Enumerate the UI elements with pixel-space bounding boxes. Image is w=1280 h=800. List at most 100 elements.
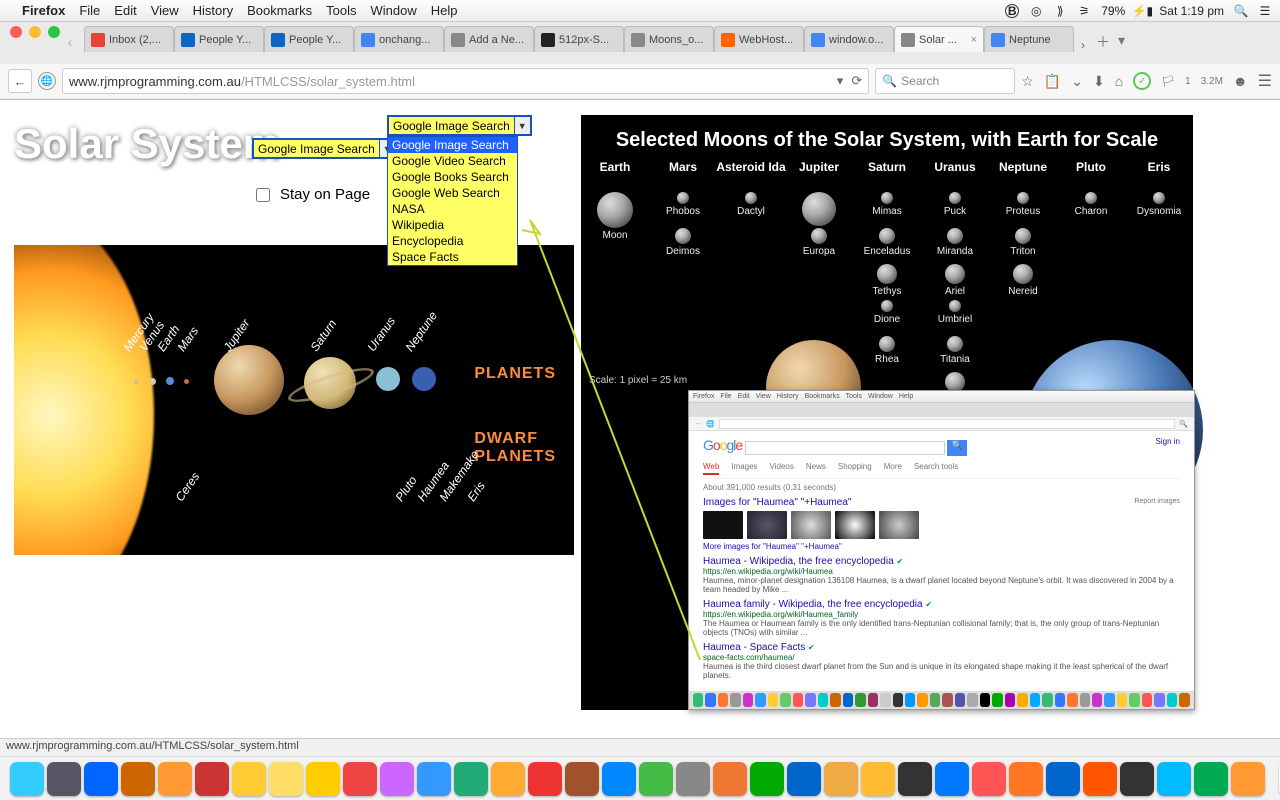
browser-tab[interactable]: Inbox (2,... <box>84 26 174 52</box>
menu-tools[interactable]: Tools <box>326 3 356 18</box>
browser-tab[interactable]: WebHost... <box>714 26 804 52</box>
site-identity-icon[interactable]: 🌐 <box>38 72 56 90</box>
dock-app[interactable] <box>306 762 340 796</box>
clipboard-icon[interactable]: 📋 <box>1044 73 1061 90</box>
search-box[interactable]: 🔍 Search <box>875 68 1015 94</box>
menu-hamburger-icon[interactable]: ☰ <box>1258 71 1272 91</box>
dock-app[interactable] <box>602 762 636 796</box>
google-more-images[interactable]: More images for "Haumea" "+Haumea" <box>703 542 1180 551</box>
url-bar[interactable]: www.rjmprogramming.com.au/HTMLCSS/solar_… <box>62 68 869 94</box>
reader-mode-icon[interactable]: ▾ <box>837 73 844 89</box>
browser-tab[interactable]: window.o... <box>804 26 894 52</box>
dock-app[interactable] <box>898 762 932 796</box>
browser-tab[interactable]: Moons_o... <box>624 26 714 52</box>
result-thumb[interactable] <box>835 511 875 539</box>
browser-tab[interactable]: onchang... <box>354 26 444 52</box>
google-search-input[interactable]: "Haumea" "+Haumea" <box>745 441 945 455</box>
status-b-icon[interactable]: B <box>1005 4 1019 18</box>
dock-app[interactable] <box>528 762 562 796</box>
dock-app[interactable] <box>750 762 784 796</box>
browser-tab[interactable]: Solar ...× <box>894 26 984 52</box>
result-thumb[interactable] <box>747 511 787 539</box>
new-tab-button[interactable]: ＋ <box>1096 32 1110 52</box>
dock-app[interactable] <box>417 762 451 796</box>
dock-app[interactable] <box>639 762 673 796</box>
tab-close-icon[interactable]: × <box>971 34 977 46</box>
browser-tab[interactable]: 512px-S... <box>534 26 624 52</box>
dock-app[interactable] <box>343 762 377 796</box>
dock-app[interactable] <box>565 762 599 796</box>
dropdown-option[interactable]: Google Web Search <box>388 185 517 201</box>
clock[interactable]: Sat 1:19 pm <box>1159 4 1224 18</box>
report-images-link[interactable]: Report images <box>1134 498 1180 505</box>
dock-app[interactable] <box>787 762 821 796</box>
dock-app[interactable] <box>47 762 81 796</box>
google-signin[interactable]: Sign in <box>1156 437 1180 446</box>
dock-app[interactable] <box>269 762 303 796</box>
google-tab[interactable]: Search tools <box>914 462 958 475</box>
google-tab[interactable]: Images <box>731 462 757 475</box>
google-result[interactable]: Haumea family - Wikipedia, the free ency… <box>703 599 1180 637</box>
back-button[interactable]: ← <box>8 69 32 93</box>
dock-app[interactable] <box>491 762 525 796</box>
notifications-icon[interactable]: ☰ <box>1258 4 1272 18</box>
google-images-heading[interactable]: Images for "Haumea" "+Haumea" <box>703 497 1180 508</box>
google-tab[interactable]: News <box>806 462 826 475</box>
result-thumb[interactable] <box>703 511 743 539</box>
dropdown-option[interactable]: Google Image Search <box>388 137 517 153</box>
menu-file[interactable]: File <box>79 3 100 18</box>
stay-on-page-checkbox[interactable] <box>256 188 270 202</box>
dock-app[interactable] <box>84 762 118 796</box>
wifi-icon[interactable]: ⚞ <box>1077 4 1091 18</box>
addon-face-icon[interactable]: ☻ <box>1233 73 1248 89</box>
menu-bookmarks[interactable]: Bookmarks <box>247 3 312 18</box>
dock-app[interactable] <box>676 762 710 796</box>
browser-tab[interactable]: People Y... <box>264 26 354 52</box>
dropdown-option[interactable]: Encyclopedia <box>388 233 517 249</box>
search-engine-dropdown-1[interactable]: Google Image Search ▼ <box>252 138 397 159</box>
google-tab[interactable]: Videos <box>770 462 794 475</box>
menu-app[interactable]: Firefox <box>22 3 65 18</box>
tab-scroll-left[interactable]: ‹ <box>60 32 80 52</box>
download-icon[interactable]: ⬇ <box>1093 73 1105 90</box>
dock-app[interactable] <box>824 762 858 796</box>
dock-app[interactable] <box>1120 762 1154 796</box>
dock-app[interactable] <box>1046 762 1080 796</box>
dock-app[interactable] <box>1231 762 1265 796</box>
dock-app[interactable] <box>195 762 229 796</box>
dock-app[interactable] <box>713 762 747 796</box>
dock-app[interactable] <box>972 762 1006 796</box>
menu-history[interactable]: History <box>193 3 233 18</box>
dock-app[interactable] <box>1157 762 1191 796</box>
google-tab[interactable]: Web <box>703 462 719 475</box>
menu-edit[interactable]: Edit <box>114 3 136 18</box>
menu-window[interactable]: Window <box>371 3 417 18</box>
google-tab[interactable]: More <box>884 462 902 475</box>
dock-app[interactable] <box>1194 762 1228 796</box>
addon-flags-icon[interactable]: 🏳 <box>1161 75 1175 88</box>
dock-app[interactable] <box>1083 762 1117 796</box>
addon-green-icon[interactable]: ✓ <box>1133 72 1151 90</box>
google-tab[interactable]: Shopping <box>838 462 872 475</box>
dropdown-option[interactable]: Space Facts <box>388 249 517 265</box>
search-engine-dropdown-2[interactable]: Google Image Search ▼ <box>387 115 532 136</box>
status-target-icon[interactable]: ◎ <box>1029 4 1043 18</box>
dropdown-option[interactable]: Wikipedia <box>388 217 517 233</box>
spotlight-icon[interactable]: 🔍 <box>1234 4 1248 18</box>
dropdown-option[interactable]: Google Books Search <box>388 169 517 185</box>
status-sync-icon[interactable]: ⟫ <box>1053 4 1067 18</box>
home-icon[interactable]: ⌂ <box>1115 73 1123 89</box>
dock-app[interactable] <box>935 762 969 796</box>
browser-tab[interactable]: Add a Ne... <box>444 26 534 52</box>
dock-app[interactable] <box>121 762 155 796</box>
planets-image[interactable]: PLANETS DWARF PLANETS MercuryVenusEarthM… <box>14 245 574 555</box>
tab-scroll-right[interactable]: › <box>1074 38 1092 52</box>
tabs-dropdown-icon[interactable]: ▾ <box>1118 32 1125 52</box>
result-thumb[interactable] <box>791 511 831 539</box>
menu-view[interactable]: View <box>151 3 179 18</box>
dock-app[interactable] <box>454 762 488 796</box>
dock-app[interactable] <box>232 762 266 796</box>
result-thumb[interactable] <box>879 511 919 539</box>
reload-icon[interactable]: ⟳ <box>851 73 862 89</box>
google-result[interactable]: Haumea - Space Facts ✔space-facts.com/ha… <box>703 642 1180 680</box>
